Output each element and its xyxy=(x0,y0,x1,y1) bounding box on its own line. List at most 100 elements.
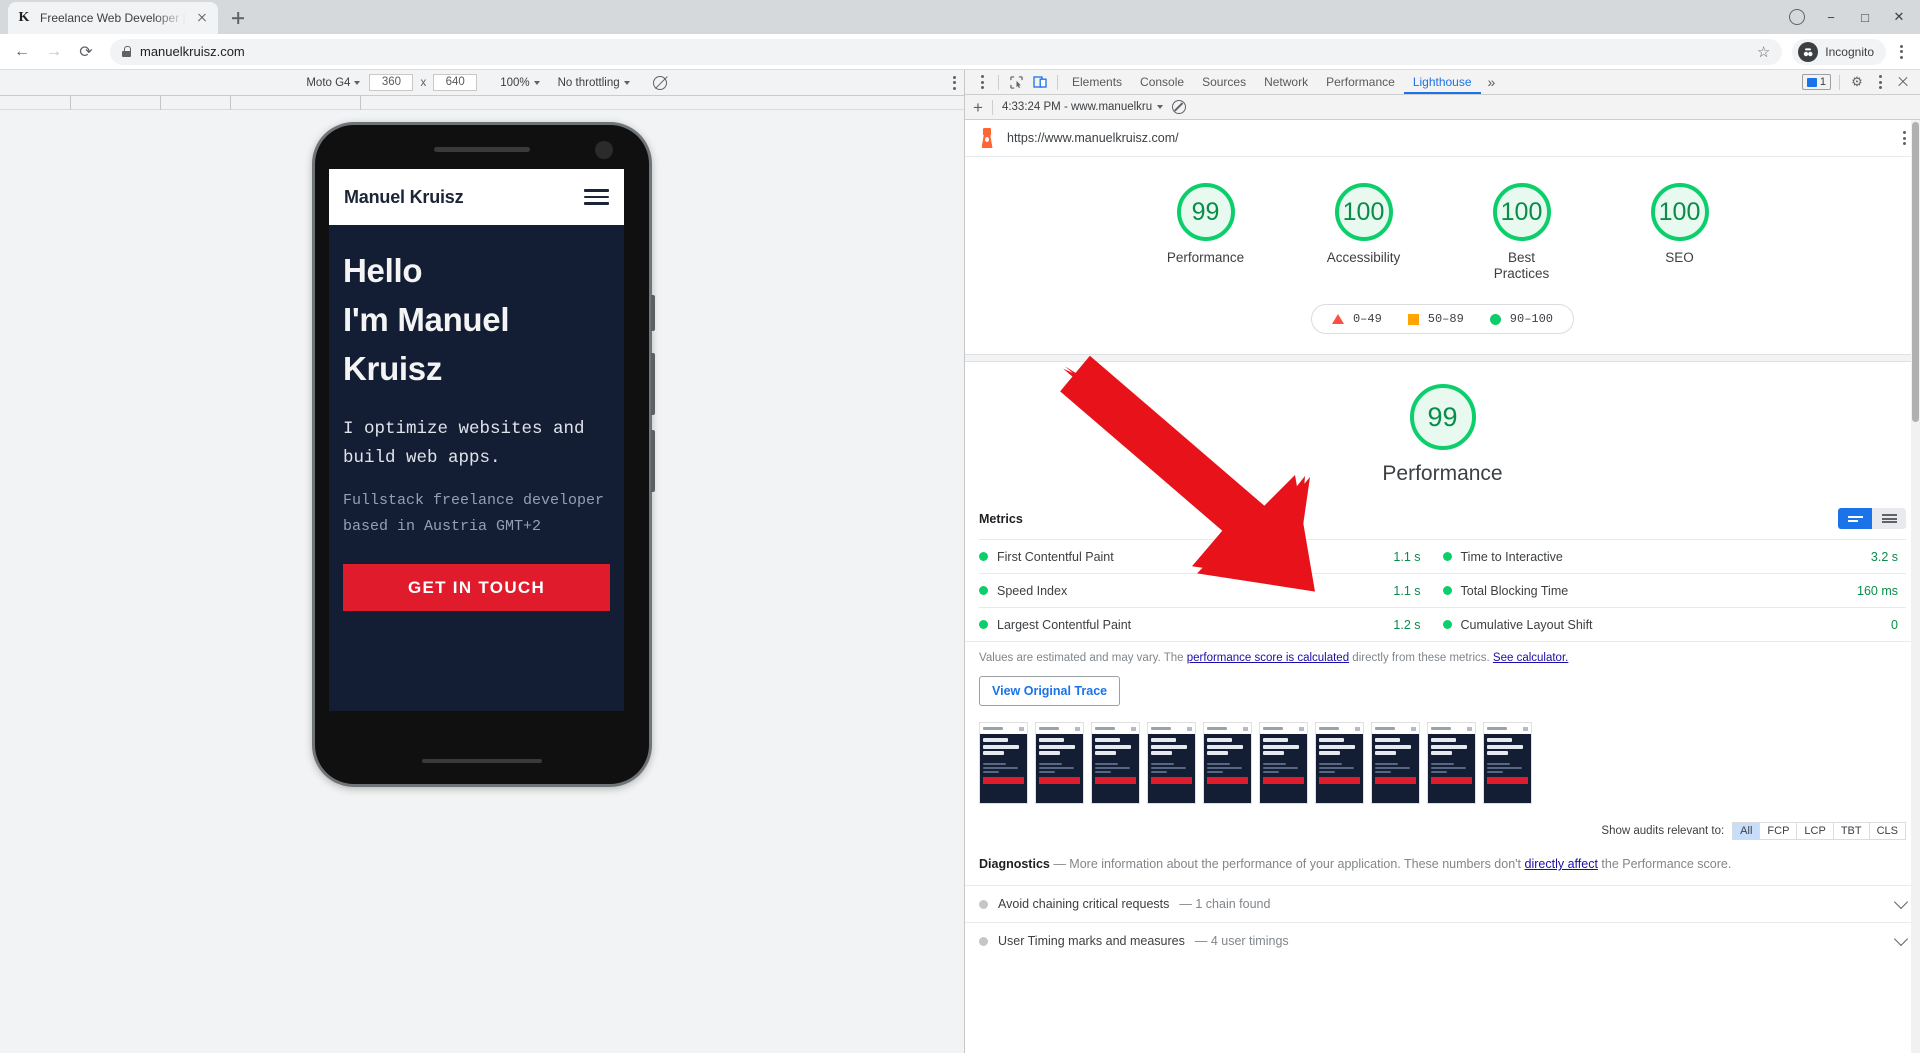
chevron-down-icon[interactable] xyxy=(1893,931,1909,947)
filmstrip-frame[interactable] xyxy=(1147,722,1196,805)
scrollbar-thumb[interactable] xyxy=(1912,122,1919,422)
score-performance[interactable]: 99 Performance xyxy=(1127,183,1285,282)
extensions-icon[interactable] xyxy=(1782,4,1812,30)
tab-lighthouse[interactable]: Lighthouse xyxy=(1403,70,1481,94)
toggle-expanded-view[interactable] xyxy=(1872,508,1906,530)
metric-value: 1.1 s xyxy=(1393,583,1421,598)
message-count-badge[interactable]: 1 xyxy=(1801,74,1831,90)
filter-fcp[interactable]: FCP xyxy=(1759,822,1797,841)
metric-time-to-interactive[interactable]: Time to Interactive 3.2 s xyxy=(1442,539,1906,573)
gear-icon[interactable]: ⚙ xyxy=(1848,73,1866,91)
maximize-button[interactable]: □ xyxy=(1850,4,1880,30)
site-hero: Hello I'm Manuel Kruisz I optimize websi… xyxy=(329,225,624,711)
chevron-down-icon[interactable] xyxy=(1893,894,1909,910)
close-window-button[interactable]: ✕ xyxy=(1884,4,1914,30)
browser-menu-button[interactable] xyxy=(1890,39,1912,65)
tab-elements[interactable]: Elements xyxy=(1063,70,1131,94)
toggle-compact-view[interactable] xyxy=(1838,508,1872,530)
metric-name: Time to Interactive xyxy=(1460,549,1563,564)
filmstrip-frame[interactable] xyxy=(1483,722,1532,805)
get-in-touch-button[interactable]: GET IN TOUCH xyxy=(343,564,610,612)
score-best-practices[interactable]: 100 Best Practices xyxy=(1443,183,1601,282)
filmstrip-frame[interactable] xyxy=(979,722,1028,805)
minimize-button[interactable]: − xyxy=(1816,4,1846,30)
score-calculated-link[interactable]: performance score is calculated xyxy=(1187,652,1349,664)
devtools-more-options[interactable] xyxy=(1869,73,1891,91)
inspect-element-icon[interactable] xyxy=(1004,72,1028,93)
new-report-button[interactable]: + xyxy=(973,99,983,116)
metric-largest-contentful-paint[interactable]: Largest Contentful Paint 1.2 s xyxy=(979,607,1443,641)
report-scrollbar[interactable] xyxy=(1911,120,1920,1053)
tab-performance[interactable]: Performance xyxy=(1317,70,1404,94)
forward-button[interactable]: → xyxy=(40,38,68,66)
back-button[interactable]: ← xyxy=(8,38,36,66)
report-selector-label: 4:33:24 PM - www.manuelkrui xyxy=(1001,101,1152,113)
new-tab-button[interactable] xyxy=(224,4,252,32)
report-selector[interactable]: 4:33:24 PM - www.manuelkrui xyxy=(1002,101,1163,113)
viewport-height-input[interactable]: 640 xyxy=(433,74,478,91)
status-dot xyxy=(1442,552,1452,562)
score-accessibility[interactable]: 100 Accessibility xyxy=(1285,183,1443,282)
gauge-label: SEO xyxy=(1665,250,1694,265)
view-original-trace-button[interactable]: View Original Trace xyxy=(979,676,1121,707)
rotate-icon[interactable] xyxy=(652,75,667,90)
toggle-device-toolbar-icon[interactable] xyxy=(1028,72,1052,93)
hero-line-2: I'm Manuel xyxy=(343,300,510,338)
hero-description: Fullstack freelance developer based in A… xyxy=(343,492,605,536)
gauge-value: 99 xyxy=(1176,183,1235,241)
clear-reports-icon[interactable] xyxy=(1171,100,1186,114)
browser-tab[interactable]: K Freelance Web Developer | Ma xyxy=(8,2,218,34)
close-icon[interactable] xyxy=(194,10,210,26)
metric-first-contentful-paint[interactable]: First Contentful Paint 1.1 s xyxy=(979,539,1443,573)
filter-cls[interactable]: CLS xyxy=(1868,822,1906,841)
filter-tbt[interactable]: TBT xyxy=(1832,822,1869,841)
note-mid: directly from these metrics. xyxy=(1349,652,1493,665)
chevron-down-icon xyxy=(1156,105,1163,109)
audit-user-timing-marks[interactable]: User Timing marks and measures — 4 user … xyxy=(965,922,1920,959)
audit-avoid-chaining-critical-requests[interactable]: Avoid chaining critical requests — 1 cha… xyxy=(965,885,1920,922)
more-tabs-icon[interactable]: » xyxy=(1481,74,1503,90)
filmstrip-frame[interactable] xyxy=(1091,722,1140,805)
filmstrip-frame[interactable] xyxy=(1427,722,1476,805)
devtools-overflow-menu[interactable] xyxy=(971,72,993,93)
viewport-width-input[interactable]: 360 xyxy=(369,74,414,91)
filter-all[interactable]: All xyxy=(1732,822,1760,841)
tab-console[interactable]: Console xyxy=(1131,70,1193,94)
device-options-menu[interactable] xyxy=(953,75,956,90)
device-select[interactable]: Moto G4 xyxy=(297,77,369,89)
hero-heading: Hello I'm Manuel Kruisz xyxy=(343,247,610,393)
tab-sources[interactable]: Sources xyxy=(1193,70,1255,94)
zoom-select[interactable]: 100% xyxy=(491,77,548,89)
gauge-value: 100 xyxy=(1492,183,1551,241)
metric-total-blocking-time[interactable]: Total Blocking Time 160 ms xyxy=(1442,573,1906,607)
report-options-menu[interactable] xyxy=(1903,131,1906,145)
filmstrip-frame[interactable] xyxy=(1371,722,1420,805)
score-seo[interactable]: 100 SEO xyxy=(1601,183,1759,282)
metric-speed-index[interactable]: Speed Index 1.1 s xyxy=(979,573,1443,607)
tab-favicon-icon: K xyxy=(18,10,30,25)
directly-affect-link[interactable]: directly affect xyxy=(1525,857,1598,871)
filmstrip-frame[interactable] xyxy=(1315,722,1364,805)
incognito-indicator[interactable]: Incognito xyxy=(1792,38,1886,65)
status-dot xyxy=(979,936,988,946)
hamburger-menu-icon[interactable] xyxy=(584,189,609,205)
bookmark-star-icon[interactable]: ☆ xyxy=(1757,43,1770,61)
filmstrip-frame[interactable] xyxy=(1035,722,1084,805)
url-input[interactable]: manuelkruisz.com ☆ xyxy=(110,38,1783,65)
metric-value: 0 xyxy=(1891,617,1898,632)
hero-line-1: Hello xyxy=(343,252,423,289)
filter-lcp[interactable]: LCP xyxy=(1796,822,1833,841)
diagnostics-description: Diagnostics — More information about the… xyxy=(965,840,1920,875)
close-devtools-icon[interactable] xyxy=(1894,73,1912,91)
lighthouse-icon xyxy=(979,128,995,148)
throttling-select[interactable]: No throttling xyxy=(549,77,639,89)
reload-button[interactable]: ⟳ xyxy=(72,38,100,66)
site-logo[interactable]: Manuel Kruisz xyxy=(344,187,464,208)
filmstrip-frame[interactable] xyxy=(1259,722,1308,805)
see-calculator-link[interactable]: See calculator. xyxy=(1493,652,1568,664)
circle-icon xyxy=(1489,313,1501,325)
section-divider xyxy=(965,354,1920,363)
tab-network[interactable]: Network xyxy=(1255,70,1317,94)
metric-cumulative-layout-shift[interactable]: Cumulative Layout Shift 0 xyxy=(1442,607,1906,641)
filmstrip-frame[interactable] xyxy=(1203,722,1252,805)
